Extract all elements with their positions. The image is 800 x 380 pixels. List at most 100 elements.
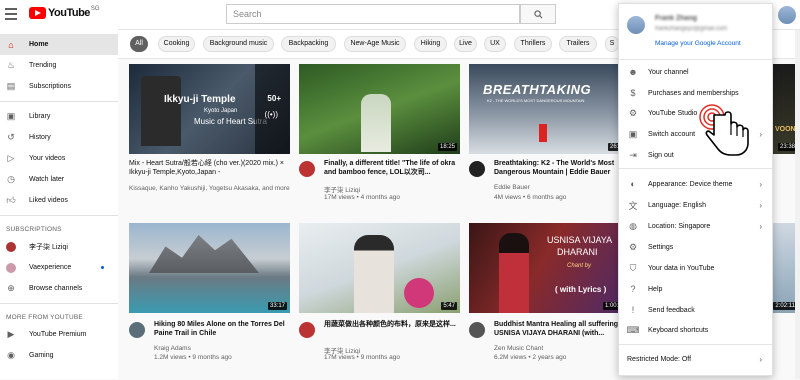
menu-item-label: Purchases and memberships [648,89,739,97]
sidebar-item-label: Your videos [29,155,66,162]
sidebar-item-subscriptions[interactable]: ▤ Subscriptions [0,76,118,97]
manage-account-link[interactable]: Manage your Google Account [655,40,741,47]
search-button[interactable] [520,4,556,24]
mix-icon: ((•)) [264,110,278,119]
divider [0,303,118,304]
sidebar-item-history[interactable]: ↺ History [0,127,118,148]
youtube-logo[interactable]: YouTube SG [29,6,100,19]
menu-item-label: Location: Singapore [648,222,711,230]
chip[interactable]: Cooking [158,36,195,52]
video-thumbnail[interactable]: 18:25 [299,64,460,154]
switch-account-icon: ▣ [628,128,638,139]
divider [619,59,772,60]
avatar[interactable] [778,6,796,24]
thumbnail-overlay-text: Chant by [567,263,592,269]
video-icon: ▷ [7,153,15,163]
theme-icon: ◐ [630,179,636,189]
channel-name[interactable]: Kraig Adams [154,345,191,352]
menu-item-appearance[interactable]: ◐ Appearance: Device theme › [619,175,772,193]
menu-item-settings[interactable]: ⚙ Settings [619,238,772,256]
video-meta: 1.2M views • 9 months ago [154,354,232,361]
menu-item-label: Your data in YouTube [648,264,715,272]
video-thumbnail[interactable]: 5:47 [299,223,460,313]
channel-avatar[interactable] [469,322,485,338]
chip[interactable]: Live [454,36,477,52]
dollar-icon: $ [630,88,636,98]
video-title[interactable]: Buddhist Mantra Healing all suffering US… [494,320,634,338]
channel-name[interactable]: Zen Music Chant [494,345,543,352]
channel-avatar[interactable] [299,322,315,338]
video-thumbnail[interactable]: BREATHTAKING K2 - THE WORLD'S MOST DANGE… [469,64,630,154]
channel-name[interactable]: 李子柒 Liziqi [324,184,360,194]
channel-avatar[interactable] [469,161,485,177]
chip[interactable]: Trailers [559,36,597,52]
sidebar-item-home[interactable]: ⌂ Home [0,34,118,55]
search-input[interactable]: Search [226,4,520,24]
menu-item-your-channel[interactable]: ☻ Your channel [619,63,772,81]
video-title[interactable]: Finally, a different title! "The life of… [324,159,464,177]
video-info: Hiking 80 Miles Alone on the Torres Del … [129,320,291,380]
video-thumbnail[interactable]: USNISA VIJAYA DHARANI Chant by ( with Ly… [469,223,630,313]
video-title[interactable]: 用蔬菜做出各种颜色的布料，原来是这样... [324,320,464,329]
clock-icon: ◷ [7,174,15,184]
menu-item-purchases[interactable]: $ Purchases and memberships [619,84,772,102]
chip[interactable]: Hiking [414,36,447,52]
sidebar-item-label: Home [29,41,49,48]
menu-item-label: Help [648,285,663,293]
sidebar-item-liked-videos[interactable]: 👍︎ Liked videos [0,190,118,211]
sidebar-item-premium[interactable]: ▶ YouTube Premium [0,324,118,345]
sidebar-item-browse-channels[interactable]: ⊕ Browse channels [0,278,118,299]
chip[interactable]: Background music [203,36,274,52]
video-title[interactable]: Hiking 80 Miles Alone on the Torres Del … [154,320,294,338]
thumbnail-overlay-text: K2 - THE WORLD'S MOST DANGEROUS MOUNTAIN [487,98,585,103]
sign-out-icon: ⇥ [629,149,637,160]
menu-item-label: Restricted Mode: Off [627,355,692,363]
youtube-play-icon [29,7,46,19]
video-meta: 17M views • 4 months ago [324,194,400,201]
video-thumbnail[interactable]: 33:17 [129,223,290,313]
sidebar-item-subscription[interactable]: Vaexperience [0,257,118,278]
thumbnail-overlay-text: USNISA VIJAYA [547,235,613,245]
chip-all[interactable]: All [130,36,148,52]
sidebar-item-your-videos[interactable]: ▷ Your videos [0,148,118,169]
chip[interactable]: Backpacking [281,36,336,52]
channel-name[interactable]: Eddie Bauer [494,184,530,191]
menu-item-send-feedback[interactable]: ! Send feedback [619,301,772,319]
youtube-premium-icon: ▶ [7,329,15,339]
channel-avatar[interactable] [299,161,315,177]
shield-icon: ⛉ [629,262,637,273]
sidebar-item-gaming[interactable]: ◉ Gaming [0,345,118,366]
thumbnail-overlay-text: Kyoto Japan [204,108,238,114]
sidebar-item-trending[interactable]: ♨ Trending [0,55,118,76]
chip[interactable]: S [605,36,619,52]
menu-item-help[interactable]: ? Help [619,280,772,298]
divider [0,215,118,216]
menu-item-label: YouTube Studio [648,109,698,117]
divider [619,168,772,169]
sidebar-item-library[interactable]: ▣ Library [0,106,118,127]
video-thumbnail[interactable]: Ikkyu-ji Temple Kyoto Japan Music of Hea… [129,64,290,154]
video-channels: Kissaque, Kanho Yakushiji, Yogetsu Akasa… [129,185,290,192]
scrollbar[interactable] [795,30,800,379]
divider [619,344,772,345]
sidebar-item-watch-later[interactable]: ◷ Watch later [0,169,118,190]
sidebar-item-label: 李子柒 Liziqi [29,243,68,251]
subscriptions-heading: SUBSCRIPTIONS [6,226,62,233]
video-title[interactable]: Mix - Heart Sutra/般若心経 (cho ver.)(2020 m… [129,159,294,177]
person-icon: ☻ [628,67,638,77]
menu-icon[interactable] [5,8,17,20]
menu-item-location[interactable]: ◍ Location: Singapore › [619,217,772,235]
channel-avatar[interactable] [129,322,145,338]
menu-item-restricted-mode[interactable]: Restricted Mode: Off › [619,350,772,368]
sidebar-item-subscription[interactable]: 李子柒 Liziqi [0,236,118,257]
video-title[interactable]: Breathtaking: K2 - The World's Most Dang… [494,159,634,177]
menu-item-your-data[interactable]: ⛉ Your data in YouTube [619,259,772,277]
chip[interactable]: UX [484,36,506,52]
divider [0,101,118,102]
menu-item-keyboard-shortcuts[interactable]: ⌨ Keyboard shortcuts [619,321,772,339]
thumbnail-overlay-text: ( with Lyrics ) [555,285,607,294]
chip[interactable]: Thrillers [514,36,552,52]
chevron-right-icon: › [759,221,762,231]
menu-item-language[interactable]: 文 Language: English › [619,196,772,214]
chip[interactable]: New-Age Music [344,36,406,52]
